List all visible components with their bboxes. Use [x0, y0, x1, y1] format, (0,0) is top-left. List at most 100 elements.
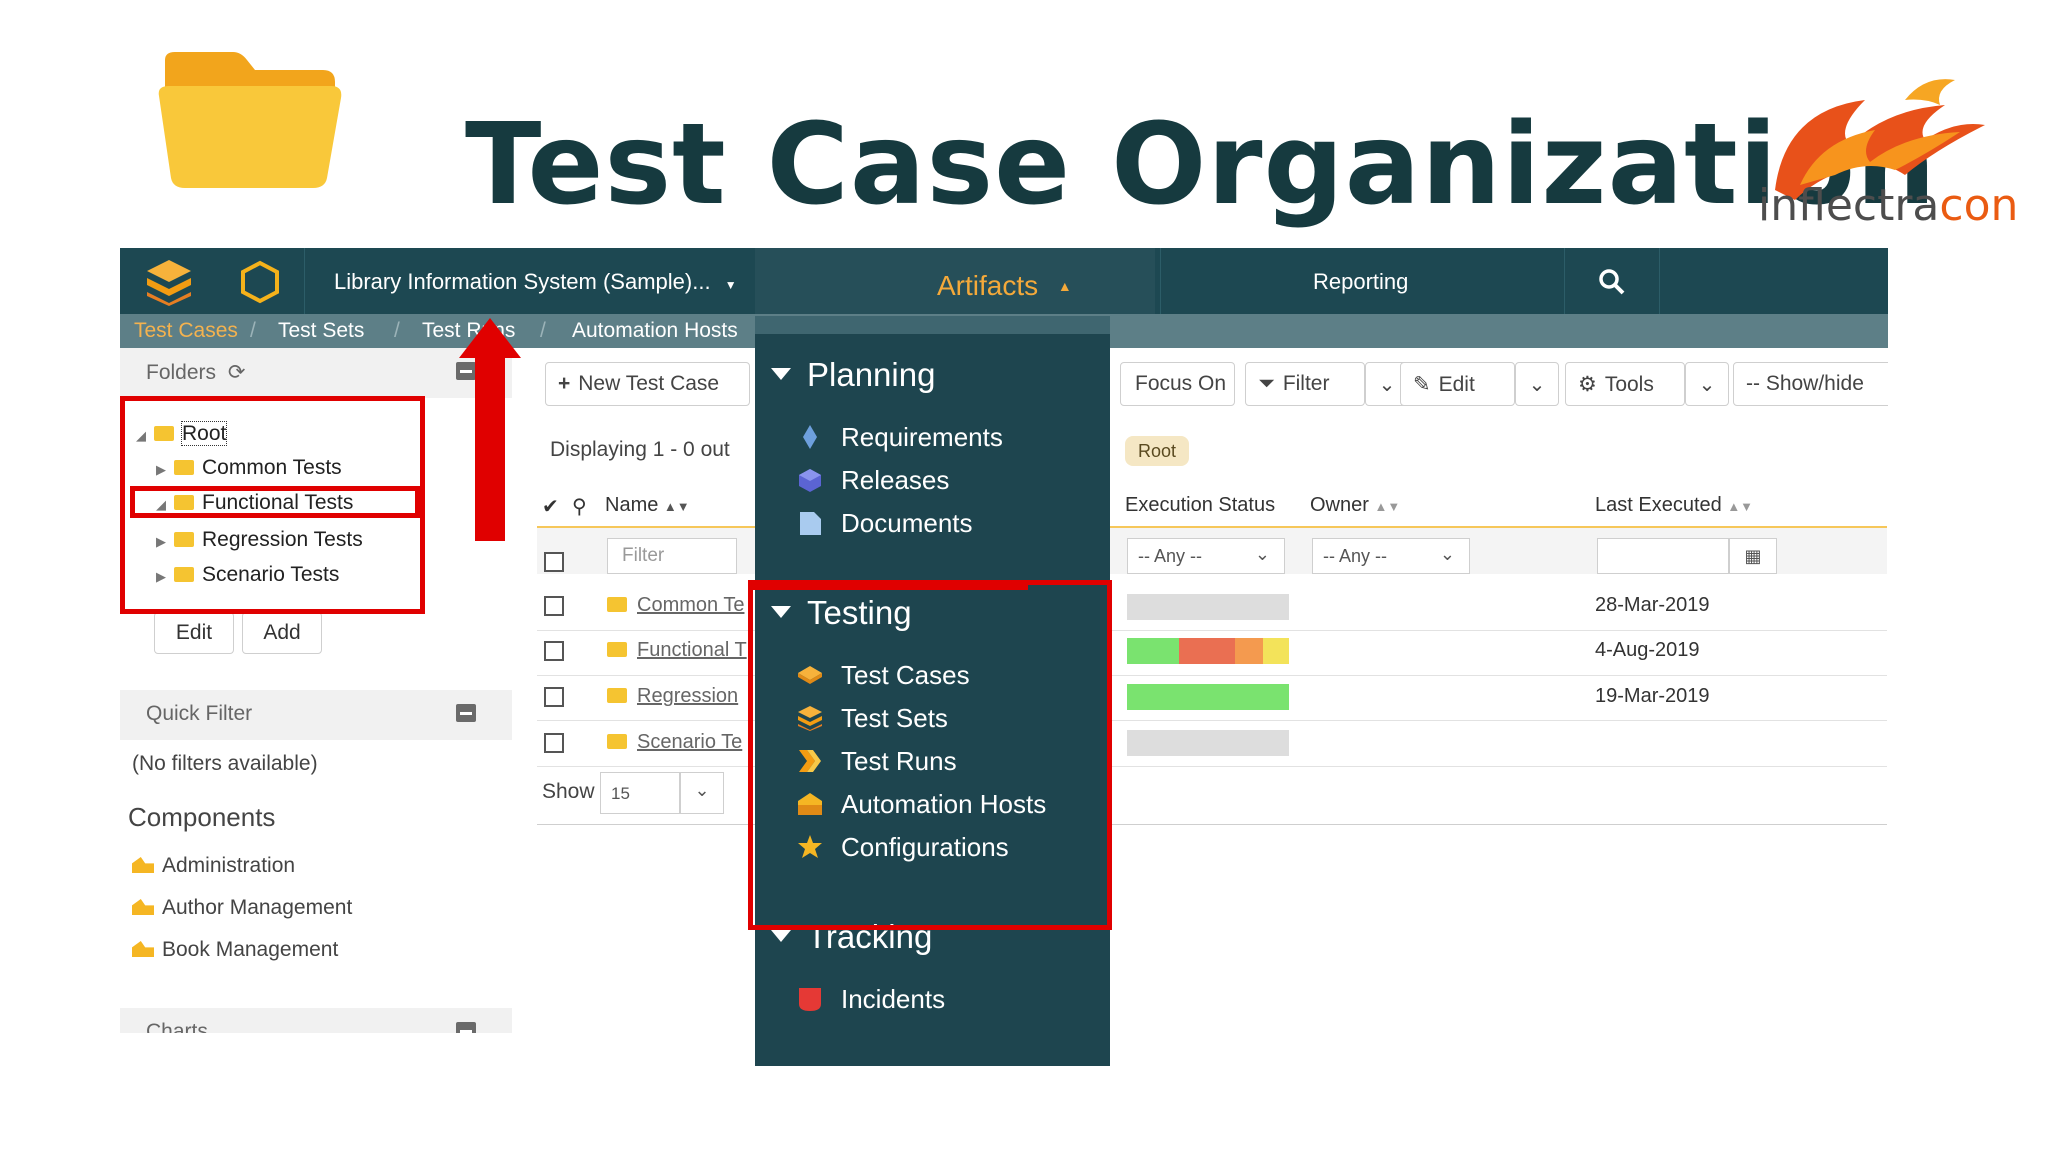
edit-folder-button[interactable]: Edit: [154, 612, 234, 654]
project-name: Library Information System (Sample)...: [334, 269, 711, 294]
reporting-tab[interactable]: Reporting: [1160, 248, 1565, 314]
subnav-test-cases[interactable]: Test Cases: [134, 319, 238, 343]
hexagon-icon[interactable]: [238, 260, 282, 304]
add-folder-button[interactable]: Add: [242, 612, 322, 654]
page-size-dropdown-button[interactable]: ⌄: [680, 772, 724, 814]
owner-column-header[interactable]: Owner ▲▼: [1310, 494, 1400, 517]
status-failed-segment: [1179, 638, 1235, 664]
menu-item-incidents[interactable]: Incidents: [797, 984, 945, 1015]
show-hide-columns-select[interactable]: -- Show/hide: [1733, 362, 1888, 406]
filter-button[interactable]: ⏷ Filter: [1245, 362, 1365, 406]
execution-status-bar: [1127, 684, 1289, 710]
status-caution-segment: [1263, 638, 1289, 664]
chevron-down-icon: ⌄: [1698, 374, 1716, 396]
collapse-folders-button[interactable]: [456, 362, 476, 380]
tools-dropdown-button[interactable]: ⌄: [1685, 362, 1729, 406]
chevron-down-icon: ▼: [724, 278, 737, 292]
last-executed-filter-input[interactable]: [1597, 538, 1729, 574]
component-label: Author Management: [162, 896, 353, 919]
row-checkbox[interactable]: [544, 552, 564, 572]
page-size-select[interactable]: 15: [600, 772, 680, 814]
component-administration[interactable]: Administration: [132, 854, 295, 878]
last-executed-column-header[interactable]: Last Executed ▲▼: [1595, 494, 1753, 517]
subnav-separator: /: [540, 319, 546, 342]
sort-icon[interactable]: ▲▼: [664, 499, 690, 514]
menu-item-requirements[interactable]: Requirements: [797, 422, 1003, 453]
row-checkbox[interactable]: [544, 733, 564, 753]
reporting-label: Reporting: [1313, 269, 1409, 294]
name-column-header[interactable]: Name ▲▼: [605, 494, 690, 517]
attachment-icon: ⚲: [572, 496, 587, 518]
sort-icon[interactable]: ▲▼: [1374, 499, 1400, 514]
row-divider: [537, 766, 1887, 767]
folders-panel-header: Folders ⟳: [120, 348, 512, 398]
select-all-check-icon[interactable]: ✔: [542, 494, 559, 519]
folders-label: Folders: [146, 361, 217, 384]
testing-section-callout-box: [748, 580, 1112, 930]
owner-filter-value: -- Any --: [1323, 546, 1388, 566]
chevron-down-icon: ⌄: [1439, 544, 1455, 564]
name-filter-input[interactable]: Filter: [607, 538, 737, 574]
quick-filter-header: Quick Filter: [120, 690, 512, 740]
row-checkbox[interactable]: [544, 687, 564, 707]
status-blocked-segment: [1235, 638, 1263, 664]
edit-dropdown-button[interactable]: ⌄: [1515, 362, 1559, 406]
brand-name-part1: inflectra: [1758, 180, 1940, 231]
show-label: Show: [542, 780, 595, 803]
new-test-case-label: New Test Case: [578, 372, 720, 395]
row-checkbox[interactable]: [544, 641, 564, 661]
calendar-button[interactable]: ▦: [1729, 538, 1777, 574]
gear-icon: ⚙: [1578, 373, 1597, 396]
owner-filter-select[interactable]: -- Any -- ⌄: [1312, 538, 1470, 574]
search-icon: [1599, 269, 1625, 295]
collapse-charts-button[interactable]: [456, 1022, 476, 1033]
execution-status-column-header[interactable]: Execution Status: [1125, 494, 1275, 517]
requirements-icon: [803, 425, 817, 449]
expanded-triangle-icon: [771, 930, 791, 942]
artifacts-menu-button[interactable]: Artifacts ▲: [755, 248, 1155, 314]
menu-item-documents[interactable]: Documents: [797, 508, 973, 539]
table-row-name-link[interactable]: Regression: [607, 685, 738, 708]
calendar-icon: ▦: [1744, 546, 1762, 566]
new-test-case-button[interactable]: + New Test Case: [545, 362, 750, 406]
menu-item-label: Releases: [841, 465, 950, 495]
subnav-test-sets[interactable]: Test Sets: [278, 319, 364, 343]
menu-section-planning[interactable]: Planning: [755, 356, 935, 394]
search-button[interactable]: [1565, 248, 1660, 314]
filter-label: Filter: [1282, 372, 1330, 395]
chevron-down-icon: ⌄: [694, 780, 710, 800]
refresh-icon[interactable]: ⟳: [228, 361, 246, 384]
slide-title: Test Case Organization: [465, 100, 1937, 230]
row-checkbox[interactable]: [544, 596, 564, 616]
component-label: Book Management: [162, 938, 339, 961]
collapse-quick-filter-button[interactable]: [456, 704, 476, 722]
table-row-name-link[interactable]: Scenario Te: [607, 731, 742, 754]
expanded-triangle-icon: [771, 368, 791, 380]
component-icon: [132, 857, 154, 873]
last-executed-date: 28-Mar-2019: [1595, 594, 1710, 616]
subnav-automation-hosts[interactable]: Automation Hosts: [572, 319, 738, 343]
table-row-name-link[interactable]: Functional T: [607, 639, 747, 662]
chevron-down-icon: ⌄: [1254, 544, 1270, 564]
status-filter-select[interactable]: -- Any -- ⌄: [1127, 538, 1285, 574]
last-executed-date: 4-Aug-2019: [1595, 639, 1700, 661]
menu-item-label: Requirements: [841, 422, 1003, 452]
component-author-management[interactable]: Author Management: [132, 896, 352, 920]
execution-status-bar: [1127, 594, 1289, 620]
logo-cell: [120, 248, 305, 314]
up-arrow-icon: [459, 318, 521, 358]
name-column-label: Name: [605, 494, 659, 516]
tools-button[interactable]: ⚙ Tools: [1565, 362, 1685, 406]
documents-icon: [800, 512, 821, 535]
focus-on-button[interactable]: Focus On: [1120, 362, 1235, 406]
sort-icon[interactable]: ▲▼: [1727, 499, 1753, 514]
edit-button[interactable]: ✎ Edit: [1400, 362, 1515, 406]
component-book-management[interactable]: Book Management: [132, 938, 338, 962]
menu-item-releases[interactable]: Releases: [797, 465, 949, 496]
table-row-name-link[interactable]: Common Te: [607, 594, 744, 617]
caret-up-icon: ▲: [1057, 278, 1072, 294]
focus-on-label: Focus On: [1135, 372, 1227, 395]
funnel-icon: ⏷: [1258, 372, 1275, 395]
menu-top-shelf: [755, 316, 1110, 334]
artifacts-label: Artifacts: [937, 270, 1039, 301]
